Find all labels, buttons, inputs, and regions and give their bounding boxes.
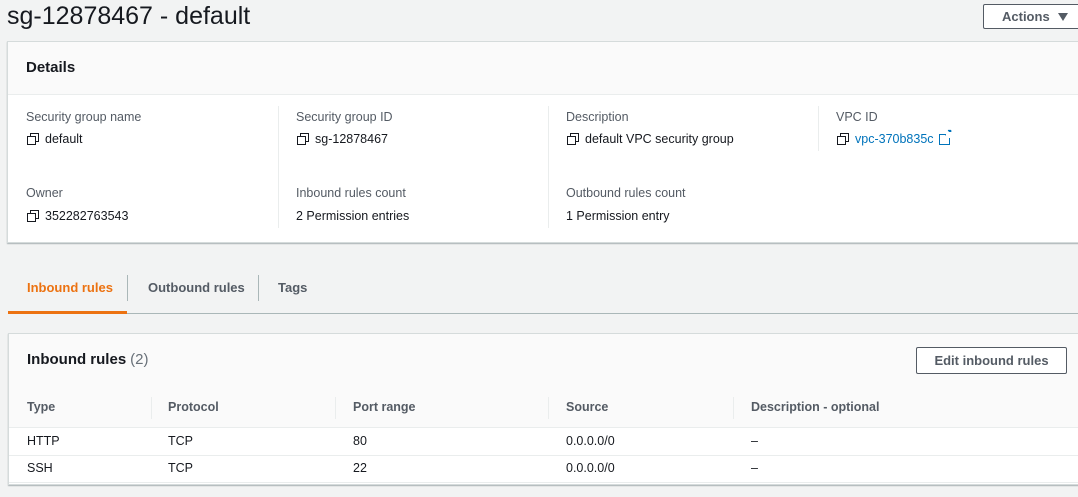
actions-button[interactable]: Actions [983,4,1078,29]
caret-down-icon [1057,12,1068,21]
outbound-rules-count-label: Outbound rules count [566,186,686,200]
description-label: Description [566,110,629,124]
cell-description: – [751,461,758,475]
vpc-id-value: vpc-370b835c [837,128,953,146]
column-divider [278,106,279,228]
inbound-rules-header: Inbound rules (2) Edit inbound rules [9,334,1078,390]
owner-label: Owner [26,186,63,200]
inbound-rules-count-label: Inbound rules count [296,186,406,200]
inbound-rules-title: Inbound rules [27,351,127,368]
copy-icon[interactable] [837,133,849,145]
inbound-rules-count: (2) [130,351,149,368]
inbound-rules-count-value: 2 Permission entries [296,209,410,223]
copy-icon[interactable] [297,133,309,145]
tab-separator [258,275,259,301]
tab-outbound-rules[interactable]: Outbound rules [148,280,245,295]
column-header-description[interactable]: Description - optional [751,400,879,414]
tab-tags[interactable]: Tags [278,280,307,295]
details-heading: Details [26,59,76,76]
copy-icon[interactable] [27,133,39,145]
security-group-name-text: default [45,132,83,146]
security-group-id-label: Security group ID [296,110,393,124]
column-header-port-range[interactable]: Port range [353,400,416,414]
actions-button-label: Actions [1002,9,1050,24]
vpc-id-label: VPC ID [836,110,878,124]
description-text: default VPC security group [585,132,734,146]
external-link-icon[interactable] [938,128,953,145]
column-divider [818,106,819,151]
inbound-rules-panel: Inbound rules (2) Edit inbound rules Type… [8,333,1078,485]
edit-inbound-rules-button[interactable]: Edit inbound rules [916,347,1067,374]
details-header: Details [8,42,1078,95]
table-header: Type Protocol Port range Source Descript… [9,389,1078,428]
security-group-id-value: sg-12878467 [297,132,388,146]
tabs-baseline [8,313,1078,314]
owner-value: 352282763543 [27,209,128,223]
table-row: SSH TCP 22 0.0.0.0/0 – [9,455,1078,483]
security-group-id-text: sg-12878467 [315,132,388,146]
column-resizer[interactable] [548,397,549,419]
column-header-source[interactable]: Source [566,400,608,414]
column-header-protocol[interactable]: Protocol [168,400,219,414]
column-header-type[interactable]: Type [27,400,55,414]
owner-text: 352282763543 [45,209,129,223]
tab-separator [127,275,128,301]
cell-source: 0.0.0.0/0 [566,461,615,475]
cell-port-range: 22 [353,461,367,475]
column-resizer[interactable] [733,397,734,419]
description-value: default VPC security group [567,132,734,146]
column-resizer[interactable] [151,397,152,419]
page-title: sg-12878467 - default [7,2,251,30]
column-divider [548,106,549,228]
active-tab-indicator [8,311,127,314]
vpc-id-link[interactable]: vpc-370b835c [855,132,934,146]
cell-type: SSH [27,461,53,475]
copy-icon[interactable] [27,210,39,222]
table-row: HTTP TCP 80 0.0.0.0/0 – [9,428,1078,456]
cell-type: HTTP [27,434,60,448]
inbound-rules-heading: Inbound rules (2) [27,351,149,368]
tab-inbound-rules[interactable]: Inbound rules [27,280,113,295]
cell-description: – [751,434,758,448]
column-resizer[interactable] [335,397,336,419]
details-panel: Details Security group name default Secu… [7,41,1078,243]
cell-protocol: TCP [168,461,193,475]
cell-source: 0.0.0.0/0 [566,434,615,448]
security-group-name-label: Security group name [26,110,142,124]
security-group-name-value: default [27,132,83,146]
outbound-rules-count-value: 1 Permission entry [566,209,670,223]
cell-protocol: TCP [168,434,193,448]
copy-icon[interactable] [567,133,579,145]
cell-port-range: 80 [353,434,367,448]
